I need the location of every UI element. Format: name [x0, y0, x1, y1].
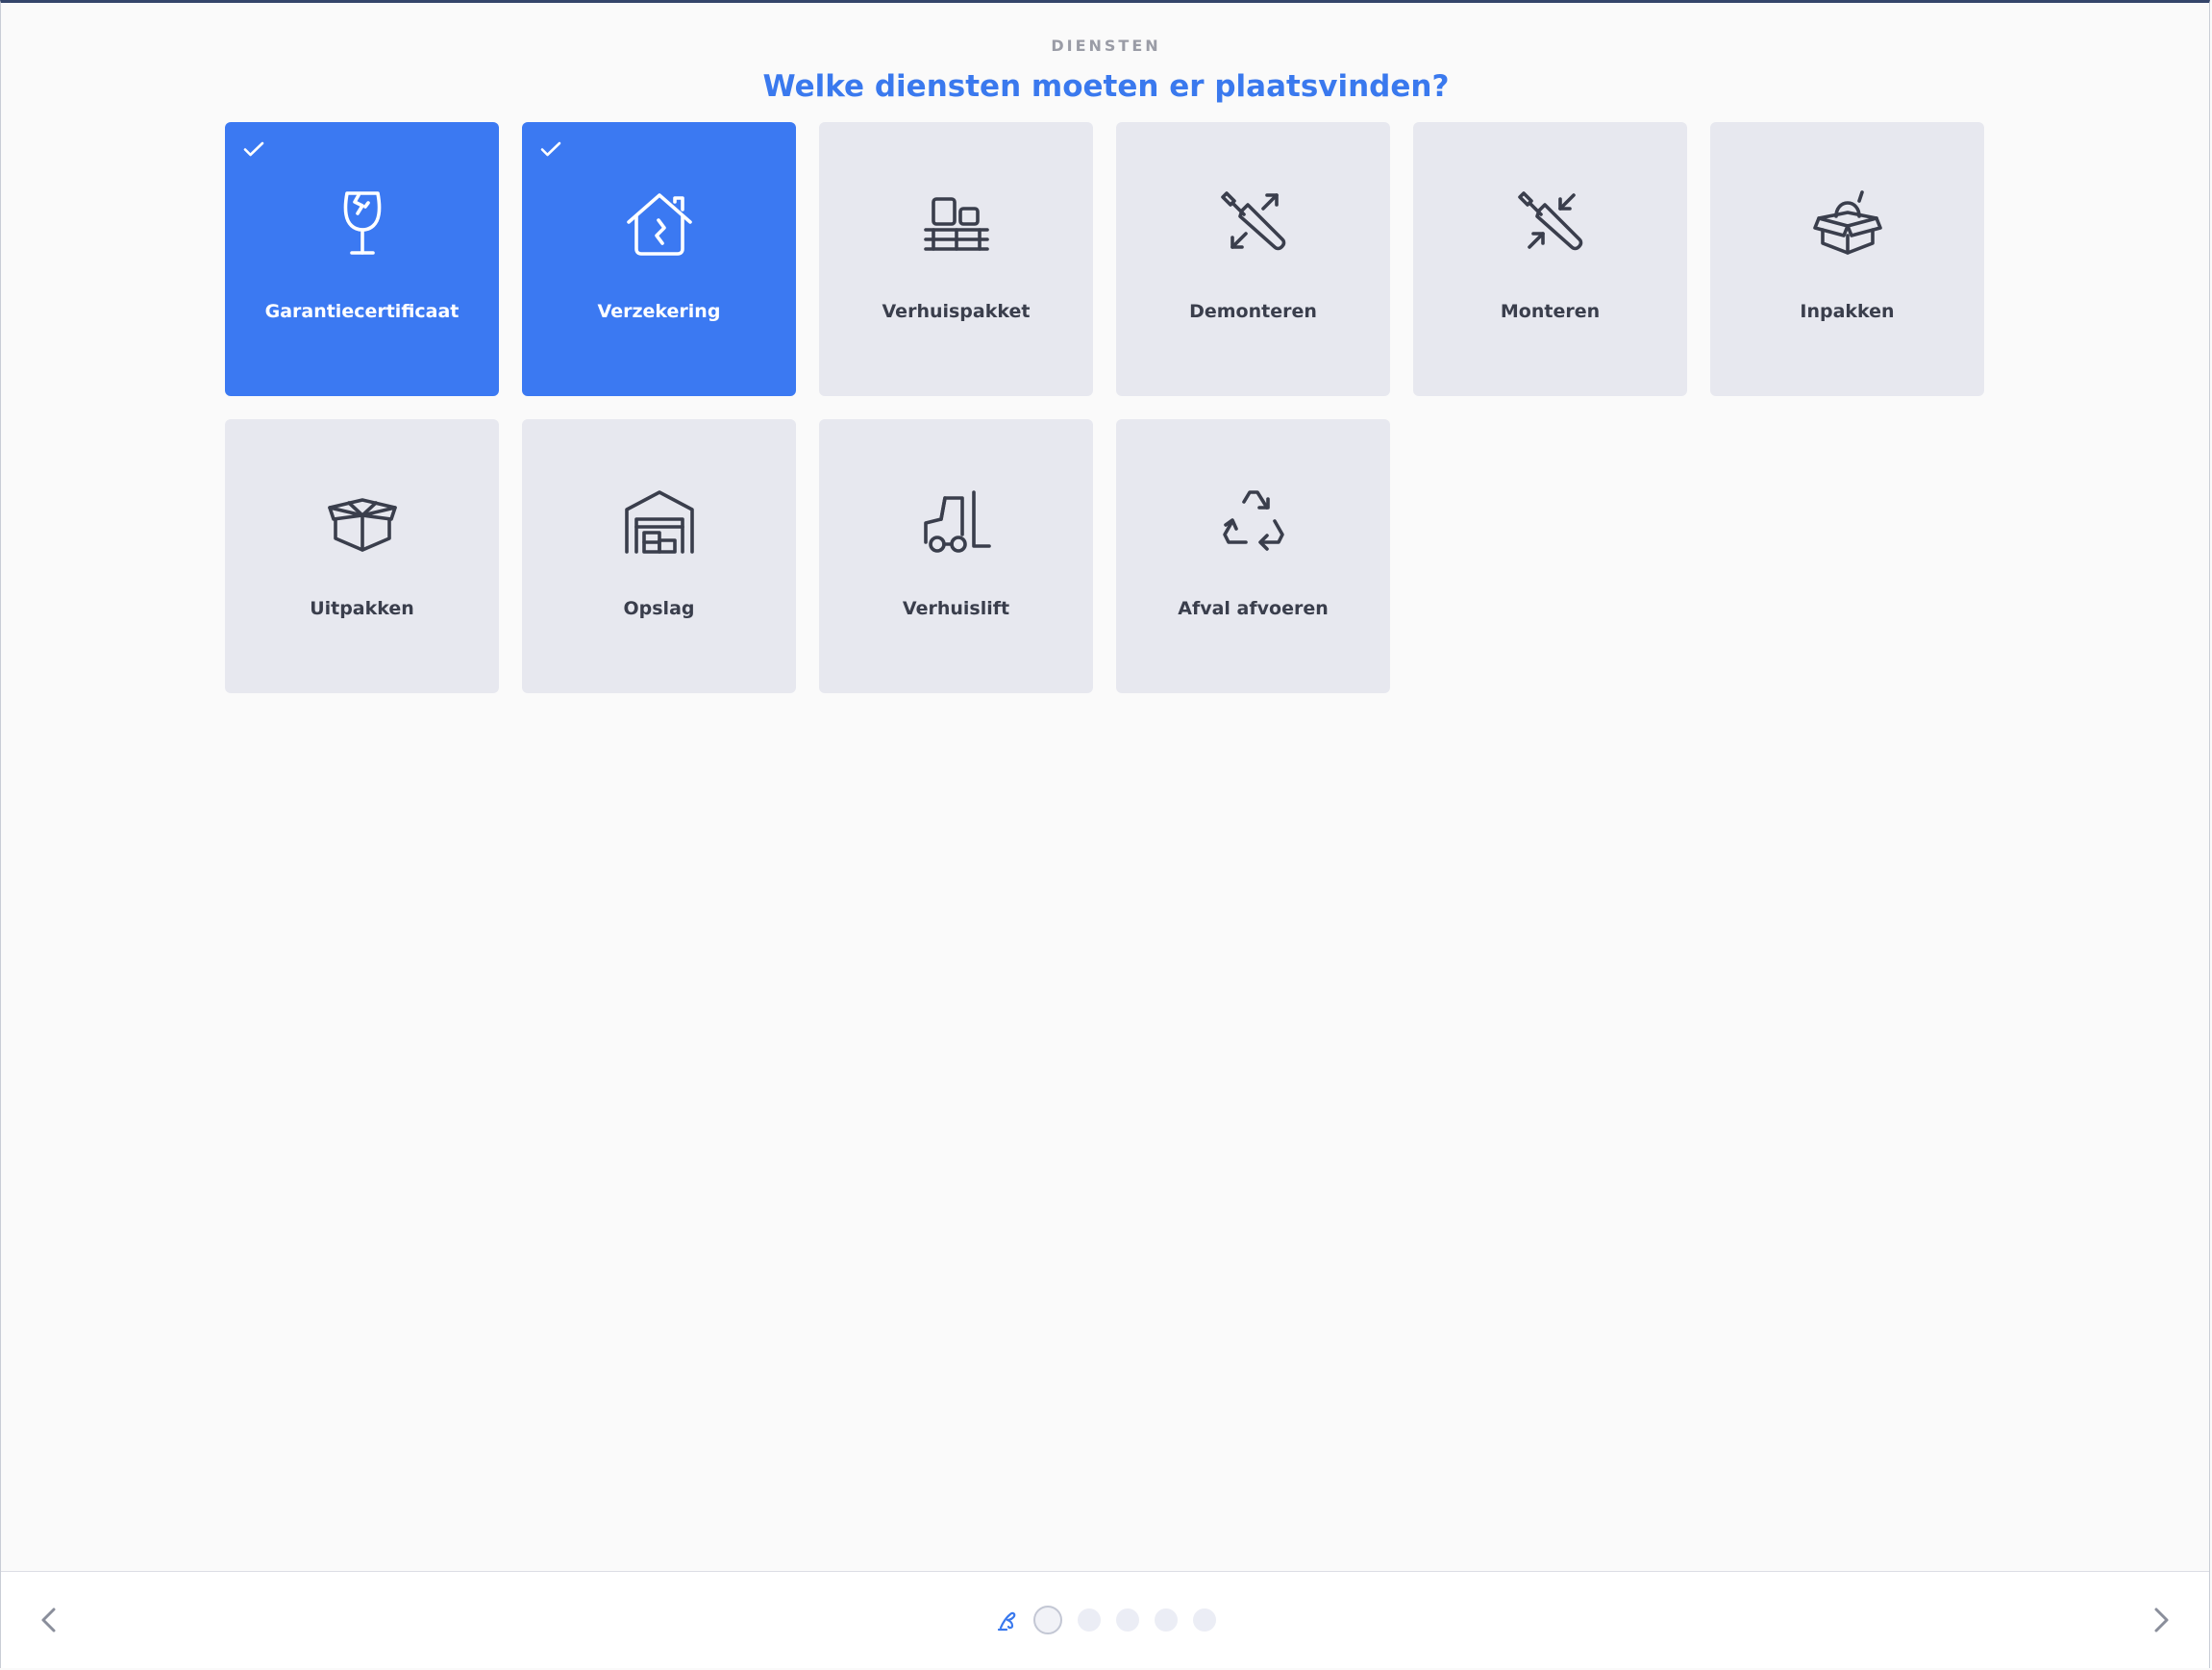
service-card-inpakken[interactable]: Inpakken	[1710, 122, 1984, 396]
house-insurance-icon	[623, 187, 696, 261]
check-icon	[243, 141, 264, 157]
service-card-verzekering[interactable]: Verzekering	[522, 122, 796, 396]
service-label: Uitpakken	[310, 598, 414, 619]
service-card-verhuislift[interactable]: Verhuislift	[819, 419, 1093, 693]
step-indicator	[1, 1606, 2209, 1634]
check-icon	[540, 141, 561, 157]
services-grid: Garantiecertificaat Verzekering Verhuisp…	[225, 122, 1984, 693]
forklift-icon	[920, 485, 993, 558]
screwdriver-assemble-icon	[1514, 187, 1587, 261]
brand-logo-icon	[997, 1611, 1015, 1632]
service-label: Verhuispakket	[882, 301, 1031, 322]
step-dot[interactable]	[1077, 1608, 1101, 1632]
service-label: Garantiecertificaat	[264, 301, 460, 322]
service-label: Inpakken	[1800, 301, 1895, 322]
service-card-demonteren[interactable]: Demonteren	[1116, 122, 1390, 396]
open-box-icon	[326, 485, 399, 558]
service-label: Opslag	[623, 598, 695, 619]
step-dot[interactable]	[1032, 1606, 1062, 1634]
step-dot[interactable]	[1154, 1608, 1178, 1632]
section-eyebrow: DIENSTEN	[1051, 37, 1161, 55]
page-title: Welke diensten moeten er plaatsvinden?	[762, 69, 1450, 104]
service-card-afval-afvoeren[interactable]: Afval afvoeren	[1116, 419, 1390, 693]
screwdriver-disassemble-icon	[1217, 187, 1290, 261]
service-label: Verzekering	[597, 301, 721, 322]
moving-boxes-icon	[920, 187, 993, 261]
service-card-uitpakken[interactable]: Uitpakken	[225, 419, 499, 693]
footer-nav	[1, 1571, 2209, 1668]
service-card-verhuispakket[interactable]: Verhuispakket	[819, 122, 1093, 396]
header: DIENSTEN Welke diensten moeten er plaats…	[0, 37, 2212, 106]
fragile-glass-icon	[326, 187, 399, 261]
service-card-monteren[interactable]: Monteren	[1413, 122, 1687, 396]
service-label: Demonteren	[1189, 301, 1317, 322]
service-label: Verhuislift	[902, 598, 1010, 619]
pack-box-icon	[1811, 187, 1884, 261]
service-card-opslag[interactable]: Opslag	[522, 419, 796, 693]
step-dot[interactable]	[1115, 1608, 1139, 1632]
service-label: Monteren	[1500, 301, 1601, 322]
step-dot[interactable]	[1192, 1608, 1216, 1632]
service-card-garantiecertificaat[interactable]: Garantiecertificaat	[225, 122, 499, 396]
storage-warehouse-icon	[623, 485, 696, 558]
chevron-right-icon[interactable]	[2142, 1601, 2180, 1639]
service-label: Afval afvoeren	[1178, 598, 1329, 619]
recycle-icon	[1217, 485, 1290, 558]
